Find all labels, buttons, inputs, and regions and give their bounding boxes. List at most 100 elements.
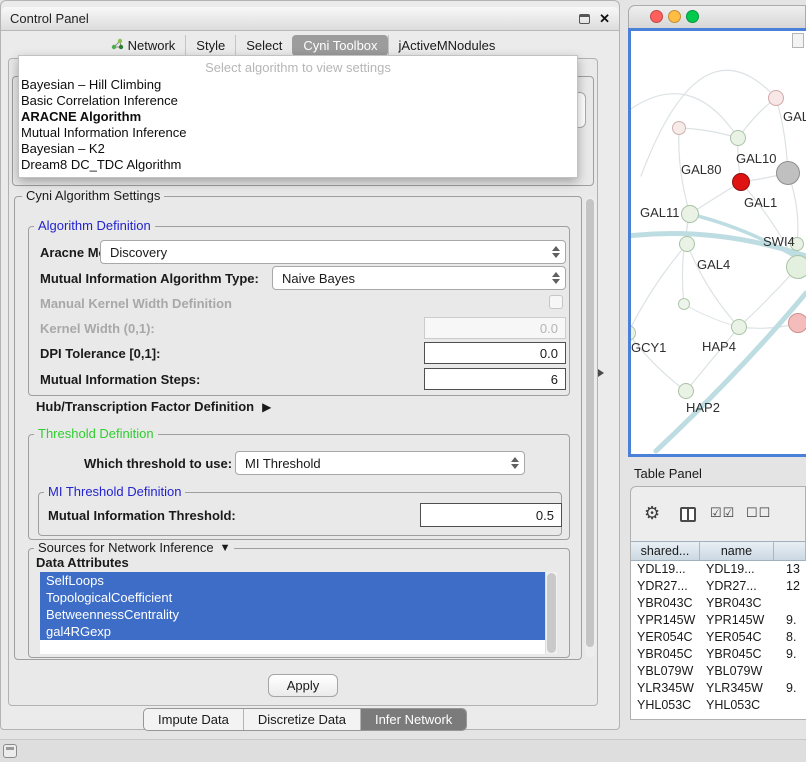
close-panel-icon[interactable]: ✕ xyxy=(599,11,610,27)
which-threshold-select[interactable]: MI Threshold xyxy=(235,451,525,475)
minimized-panel-icon[interactable] xyxy=(3,744,17,758)
table-cell[interactable]: YBL079W xyxy=(631,663,700,680)
column-header-name[interactable]: name xyxy=(700,541,774,561)
column-header-shared-name[interactable]: shared... xyxy=(631,541,700,561)
settings-scrollbar-thumb[interactable] xyxy=(586,199,594,647)
table-row[interactable]: YLR345WYLR345W9. xyxy=(631,680,806,697)
tab-impute-data[interactable]: Impute Data xyxy=(144,709,243,730)
tab-jactivemodules[interactable]: jActiveMNodules xyxy=(388,35,506,56)
table-row[interactable]: YBR045CYBR045C9. xyxy=(631,646,806,663)
table-row[interactable]: YPR145WYPR145W9. xyxy=(631,612,806,629)
table-cell[interactable]: YHL053C xyxy=(700,697,774,714)
window-minimize-button[interactable] xyxy=(668,10,681,23)
table-cell[interactable]: YPR145W xyxy=(631,612,700,629)
aracne-mode-select[interactable]: Discovery xyxy=(100,240,566,264)
table-cell[interactable]: 13 xyxy=(774,561,806,578)
list-item-gal4rgexp[interactable]: gal4RGexp xyxy=(40,623,545,640)
column-header-partial[interactable] xyxy=(774,541,806,561)
popup-item-bayesian-k2[interactable]: Bayesian – K2 xyxy=(19,141,577,157)
table-cell[interactable] xyxy=(774,697,806,714)
table-cell[interactable]: YBR043C xyxy=(631,595,700,612)
network-node[interactable] xyxy=(672,121,686,135)
table-cell[interactable]: 9. xyxy=(774,680,806,697)
network-node[interactable] xyxy=(678,383,694,399)
table-cell[interactable]: YDL19... xyxy=(631,561,700,578)
float-panel-icon[interactable] xyxy=(579,14,590,24)
tab-infer-network[interactable]: Infer Network xyxy=(360,709,466,730)
network-node[interactable] xyxy=(678,298,690,310)
network-node[interactable] xyxy=(732,173,750,191)
table-cell[interactable]: YBR045C xyxy=(631,646,700,663)
table-cell[interactable]: YBL079W xyxy=(700,663,774,680)
table-cell[interactable]: YHL053C xyxy=(631,697,700,714)
table-cell[interactable]: YER054C xyxy=(631,629,700,646)
manual-kernel-width-checkbox[interactable] xyxy=(549,295,563,309)
tab-network[interactable]: Network xyxy=(101,35,186,56)
table-cell[interactable]: YDR27... xyxy=(700,578,774,595)
popup-item-dream8[interactable]: Dream8 DC_TDC Algorithm xyxy=(19,157,577,173)
canvas-scrollbar-corner[interactable] xyxy=(792,33,804,48)
network-node[interactable] xyxy=(786,255,806,279)
mi-threshold-field[interactable]: 0.5 xyxy=(420,503,562,527)
tab-select[interactable]: Select xyxy=(235,35,292,56)
tab-discretize-data[interactable]: Discretize Data xyxy=(243,709,360,730)
settings-scrollbar[interactable] xyxy=(585,197,596,657)
network-node[interactable] xyxy=(731,319,747,335)
network-node[interactable] xyxy=(681,205,699,223)
table-row[interactable]: YDR27...YDR27...12 xyxy=(631,578,806,595)
network-node[interactable] xyxy=(788,313,806,333)
tab-style[interactable]: Style xyxy=(185,35,235,56)
splitter-arrow-icon[interactable] xyxy=(598,369,604,377)
mi-algorithm-type-select[interactable]: Naive Bayes xyxy=(272,266,566,290)
table-cell[interactable]: YPR145W xyxy=(700,612,774,629)
collapse-down-icon[interactable]: ▼ xyxy=(220,541,231,555)
list-item-betweennesscentrality[interactable]: BetweennessCentrality xyxy=(40,606,545,623)
table-row[interactable]: YHL053CYHL053C xyxy=(631,697,806,714)
table-cell[interactable] xyxy=(774,663,806,680)
list-scrollbar[interactable] xyxy=(545,572,557,654)
network-node[interactable] xyxy=(679,236,695,252)
deselect-all-icon[interactable]: ☐☐ xyxy=(746,505,771,521)
table-cell[interactable]: YBR043C xyxy=(700,595,774,612)
hub-factor-section-header[interactable]: Hub/Transcription Factor Definition ▶ xyxy=(36,399,271,414)
expand-right-icon[interactable]: ▶ xyxy=(262,400,271,414)
select-all-icon[interactable]: ☑☑ xyxy=(710,505,735,521)
table-cell[interactable]: YLR345W xyxy=(700,680,774,697)
table-cell[interactable]: 12 xyxy=(774,578,806,595)
sources-section-header[interactable]: Sources for Network Inference ▼ xyxy=(34,541,234,555)
mi-steps-field[interactable]: 6 xyxy=(424,368,566,390)
table-cell[interactable]: 9. xyxy=(774,646,806,663)
table-cell[interactable]: YDR27... xyxy=(631,578,700,595)
show-columns-icon[interactable] xyxy=(680,507,696,522)
table-cell[interactable] xyxy=(774,595,806,612)
window-close-button[interactable] xyxy=(650,10,663,23)
kernel-width-field[interactable]: 0.0 xyxy=(424,317,566,339)
list-item-selfloops[interactable]: SelfLoops xyxy=(40,572,545,589)
apply-button[interactable]: Apply xyxy=(268,674,338,697)
popup-item-basic-correlation[interactable]: Basic Correlation Inference xyxy=(19,93,577,109)
table-cell[interactable]: YBR045C xyxy=(700,646,774,663)
dpi-tolerance-field[interactable]: 0.0 xyxy=(424,342,566,364)
window-zoom-button[interactable] xyxy=(686,10,699,23)
network-canvas[interactable]: GAL80GAL10GAL11GAL1SWI4GAL4GCY1HAP4HAP2G… xyxy=(628,28,806,457)
table-row[interactable]: YDL19...YDL19...13 xyxy=(631,561,806,578)
gear-icon[interactable]: ⚙ xyxy=(644,503,660,523)
list-scrollbar-thumb[interactable] xyxy=(547,573,556,653)
popup-item-mutual-information[interactable]: Mutual Information Inference xyxy=(19,125,577,141)
network-node[interactable] xyxy=(768,90,784,106)
popup-item-bayesian-hill-climbing[interactable]: Bayesian – Hill Climbing xyxy=(19,77,577,93)
table-cell[interactable]: YDL19... xyxy=(700,561,774,578)
popup-item-aracne[interactable]: ARACNE Algorithm xyxy=(19,109,577,125)
data-attributes-list[interactable]: SelfLoops TopologicalCoefficient Between… xyxy=(40,572,557,654)
network-node[interactable] xyxy=(730,130,746,146)
list-item-topologicalcoefficient[interactable]: TopologicalCoefficient xyxy=(40,589,545,606)
table-cell[interactable]: 8. xyxy=(774,629,806,646)
table-cell[interactable]: YER054C xyxy=(700,629,774,646)
table-row[interactable]: YBR043CYBR043C xyxy=(631,595,806,612)
tab-cyni-toolbox[interactable]: Cyni Toolbox xyxy=(292,35,387,56)
table-cell[interactable]: 9. xyxy=(774,612,806,629)
table-cell[interactable]: YLR345W xyxy=(631,680,700,697)
network-node[interactable] xyxy=(776,161,800,185)
table-row[interactable]: YER054CYER054C8. xyxy=(631,629,806,646)
table-row[interactable]: YBL079WYBL079W xyxy=(631,663,806,680)
